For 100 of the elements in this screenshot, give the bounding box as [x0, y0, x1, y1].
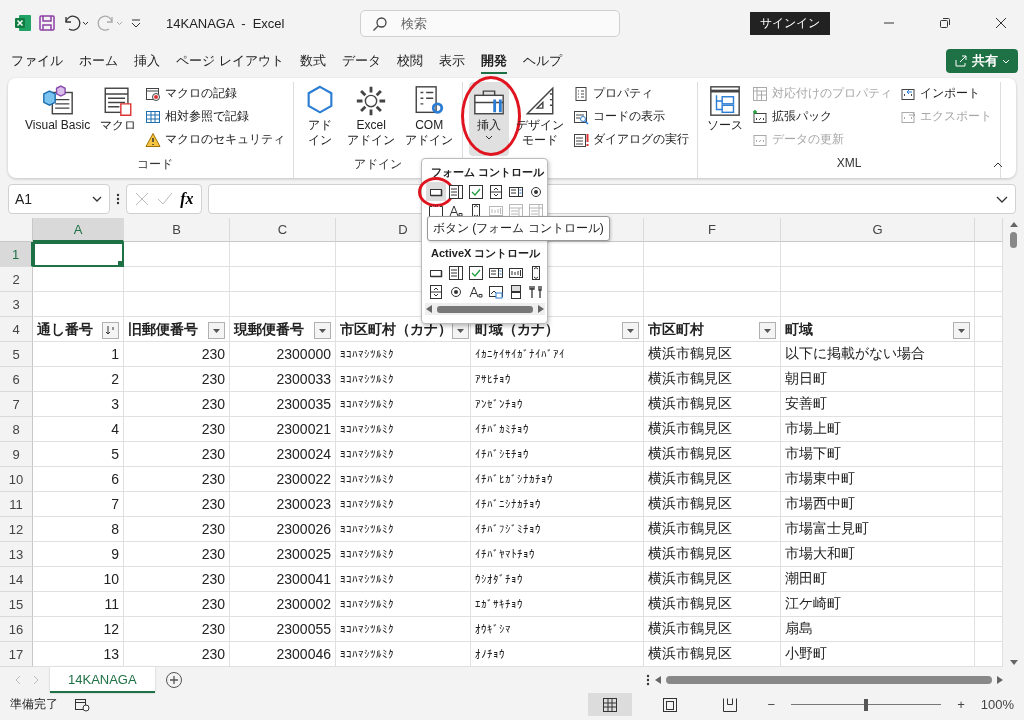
empty-cell[interactable] — [124, 292, 230, 317]
empty-cell[interactable] — [781, 242, 975, 267]
row-header[interactable]: 5 — [0, 342, 33, 367]
scroll-left-icon[interactable] — [425, 304, 433, 314]
spreadsheet-app-icon[interactable] — [14, 14, 32, 32]
sign-in-button[interactable]: サインイン — [750, 11, 830, 35]
control-button[interactable] — [466, 182, 486, 201]
filter-button[interactable] — [622, 322, 639, 339]
empty-cell[interactable] — [230, 292, 336, 317]
control-button[interactable] — [466, 263, 486, 282]
menu-tab[interactable]: ホーム — [72, 48, 125, 74]
row-header[interactable]: 8 — [0, 417, 33, 442]
row-header[interactable]: 10 — [0, 467, 33, 492]
scroll-thumb[interactable] — [437, 305, 533, 313]
row-header[interactable]: 2 — [0, 267, 33, 292]
menu-tab[interactable]: ファイル — [4, 48, 70, 74]
row-header[interactable]: 12 — [0, 517, 33, 542]
insert-function-button[interactable]: fx — [180, 190, 194, 208]
share-button[interactable]: 共有 — [946, 49, 1018, 73]
scroll-right-icon[interactable] — [537, 304, 545, 314]
scroll-right-icon[interactable] — [996, 675, 1004, 685]
ribbon-command[interactable]: ダイアログの実行 — [571, 130, 692, 149]
control-button[interactable] — [426, 182, 446, 201]
row-header[interactable]: 17 — [0, 642, 33, 667]
ribbon-button[interactable]: ソース — [704, 82, 747, 156]
zoom-out-button[interactable]: − — [767, 697, 776, 712]
name-box[interactable]: A1 — [8, 184, 110, 214]
row-header[interactable]: 3 — [0, 292, 33, 317]
column-header[interactable]: B — [124, 218, 230, 242]
empty-cell[interactable] — [644, 267, 781, 292]
row-header[interactable]: 9 — [0, 442, 33, 467]
empty-cell[interactable] — [781, 292, 975, 317]
ribbon-command[interactable]: 拡張パック — [750, 107, 895, 126]
slider-thumb[interactable] — [864, 698, 869, 711]
row-header[interactable]: 11 — [0, 492, 33, 517]
filter-button[interactable] — [208, 322, 225, 339]
menu-tab[interactable]: 開発 — [473, 48, 514, 74]
more-icon[interactable] — [646, 673, 650, 687]
ribbon-command[interactable]: マクロの記録 — [143, 84, 288, 103]
save-icon[interactable] — [38, 14, 56, 32]
ribbon-button[interactable]: COM アドイン — [402, 82, 457, 156]
ribbon-button[interactable]: マクロ — [97, 82, 140, 156]
row-header[interactable]: 1 — [0, 242, 33, 267]
scroll-thumb[interactable] — [1010, 232, 1017, 248]
row-header[interactable]: 6 — [0, 367, 33, 392]
menu-tab[interactable]: 表示 — [431, 48, 472, 74]
row-header[interactable]: 4 — [0, 317, 33, 342]
ribbon-command[interactable]: マクロのセキュリティ — [143, 130, 288, 149]
scroll-up-icon[interactable] — [1008, 220, 1019, 228]
empty-cell[interactable] — [230, 267, 336, 292]
ribbon-button[interactable]: Excel アドイン — [344, 82, 399, 156]
row-header[interactable]: 16 — [0, 617, 33, 642]
ribbon-command[interactable]: プロパティ — [571, 84, 692, 103]
view-button[interactable] — [587, 693, 632, 716]
menu-tab[interactable]: ページ レイアウト — [169, 48, 291, 74]
column-header[interactable]: A — [33, 218, 124, 242]
row-header[interactable]: 13 — [0, 542, 33, 567]
empty-cell[interactable] — [230, 242, 336, 267]
ribbon-command[interactable]: 相対参照で記録 — [143, 107, 288, 126]
zoom-in-button[interactable]: + — [957, 697, 965, 712]
ribbon-button[interactable]: Visual Basic — [22, 82, 94, 156]
row-header[interactable]: 15 — [0, 592, 33, 617]
scroll-thumb[interactable] — [666, 676, 992, 684]
row-header[interactable]: 14 — [0, 567, 33, 592]
ribbon-button[interactable]: 挿入 — [469, 82, 510, 156]
control-button[interactable] — [446, 182, 466, 201]
menu-tab[interactable]: 数式 — [292, 48, 333, 74]
active-cell[interactable] — [33, 242, 124, 267]
ribbon-button[interactable]: アド イン — [300, 82, 341, 156]
empty-cell[interactable] — [644, 242, 781, 267]
empty-cell[interactable] — [781, 267, 975, 292]
scroll-left-icon[interactable] — [654, 675, 662, 685]
filter-button[interactable] — [953, 322, 970, 339]
column-header[interactable]: F — [644, 218, 781, 242]
menu-tab[interactable]: 挿入 — [127, 48, 167, 74]
control-button[interactable] — [446, 263, 466, 282]
empty-cell[interactable] — [124, 267, 230, 292]
fill-handle[interactable] — [118, 261, 123, 266]
menu-tab[interactable]: 校閲 — [389, 48, 430, 74]
menu-tab[interactable]: データ — [334, 48, 388, 74]
empty-cell[interactable] — [124, 242, 230, 267]
more-icon[interactable] — [116, 192, 120, 206]
search-field[interactable]: 検索 — [360, 9, 620, 37]
column-header[interactable]: G — [781, 218, 975, 242]
row-header[interactable]: 7 — [0, 392, 33, 417]
filter-button[interactable] — [759, 322, 776, 339]
column-header[interactable]: C — [230, 218, 336, 242]
ribbon-command[interactable]: インポート — [898, 84, 995, 103]
sheet-tab[interactable]: 14KANAGA — [50, 667, 155, 693]
menu-tab[interactable]: ヘルプ — [515, 48, 569, 74]
undo-icon[interactable] — [62, 14, 90, 32]
collapse-ribbon-icon[interactable] — [992, 161, 1004, 169]
empty-cell[interactable] — [644, 292, 781, 317]
add-sheet-icon[interactable] — [164, 671, 183, 689]
expand-caret-icon[interactable] — [995, 195, 1009, 203]
accessibility-check-icon[interactable] — [74, 697, 90, 712]
ribbon-command[interactable]: コードの表示 — [571, 107, 692, 126]
restore-icon[interactable] — [938, 16, 952, 30]
filter-button[interactable] — [314, 322, 331, 339]
close-icon[interactable] — [994, 16, 1008, 30]
